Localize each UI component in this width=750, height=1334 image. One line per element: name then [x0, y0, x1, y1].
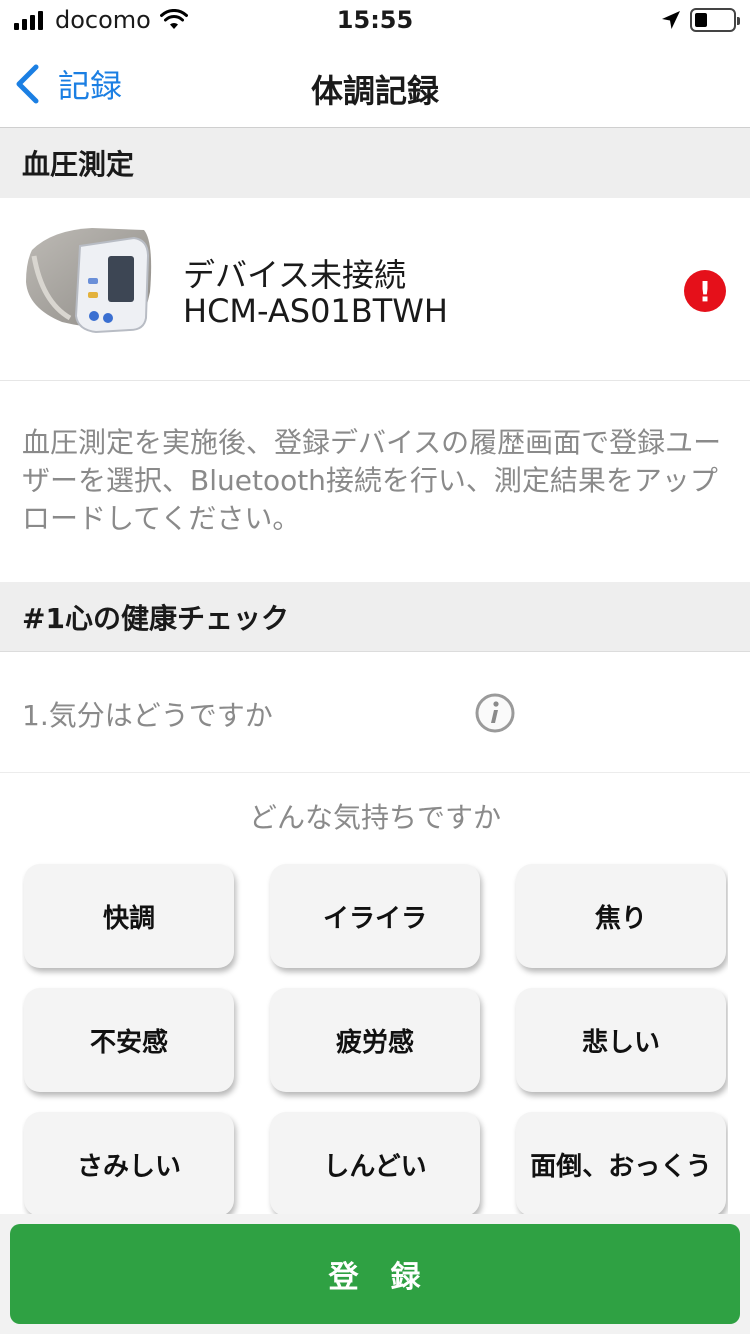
- mood-option-button[interactable]: 焦り: [516, 864, 726, 968]
- device-model: HCM-AS01BTWH: [183, 292, 448, 330]
- battery-icon: [690, 8, 740, 32]
- info-circle-icon[interactable]: [474, 692, 516, 734]
- status-time: 15:55: [336, 6, 414, 34]
- device-row[interactable]: デバイス未接続 HCM-AS01BTWH !: [0, 198, 750, 381]
- upload-instructions: 血圧測定を実施後、登録デバイスの履歴画面で登録ユーザーを選択、Bluetooth…: [22, 426, 722, 535]
- mood-option-button[interactable]: 面倒、おっくう: [516, 1112, 726, 1214]
- question-row: 1.気分はどうですか: [0, 652, 750, 773]
- section-header-blood-pressure: 血圧測定: [0, 128, 750, 198]
- mood-option-button[interactable]: イライラ: [270, 864, 480, 968]
- mood-option-button[interactable]: しんどい: [270, 1112, 480, 1214]
- blood-pressure-monitor-image: [26, 228, 152, 334]
- section-title: #1心の健康チェック: [22, 601, 289, 635]
- section-header-mental-health: #1心の健康チェック: [0, 582, 750, 652]
- mood-option-button[interactable]: 悲しい: [516, 988, 726, 1092]
- mood-option-button[interactable]: 快調: [24, 864, 234, 968]
- mood-option-button[interactable]: 疲労感: [270, 988, 480, 1092]
- page-title: 体調記録: [310, 72, 439, 110]
- mood-option-button[interactable]: さみしい: [24, 1112, 234, 1214]
- device-connection-status: デバイス未接続: [183, 256, 407, 294]
- exclamation-circle-icon: !: [684, 270, 726, 312]
- mood-prompt: どんな気持ちですか: [248, 801, 501, 834]
- section-title: 血圧測定: [22, 148, 135, 181]
- navigation-bar: 記録 体調記録: [0, 40, 750, 128]
- status-bar: docomo 15:55: [0, 0, 750, 40]
- footer-bar: 登 録: [0, 1214, 750, 1334]
- mood-options-grid: 快調 イライラ 焦り 不安感 疲労感 悲しい さみしい しんどい 面倒、おっくう: [22, 862, 728, 1214]
- mood-option-button[interactable]: 不安感: [24, 988, 234, 1092]
- question-label: 1.気分はどうですか: [22, 699, 273, 732]
- register-button[interactable]: 登 録: [10, 1224, 740, 1324]
- location-arrow-icon: [662, 11, 680, 29]
